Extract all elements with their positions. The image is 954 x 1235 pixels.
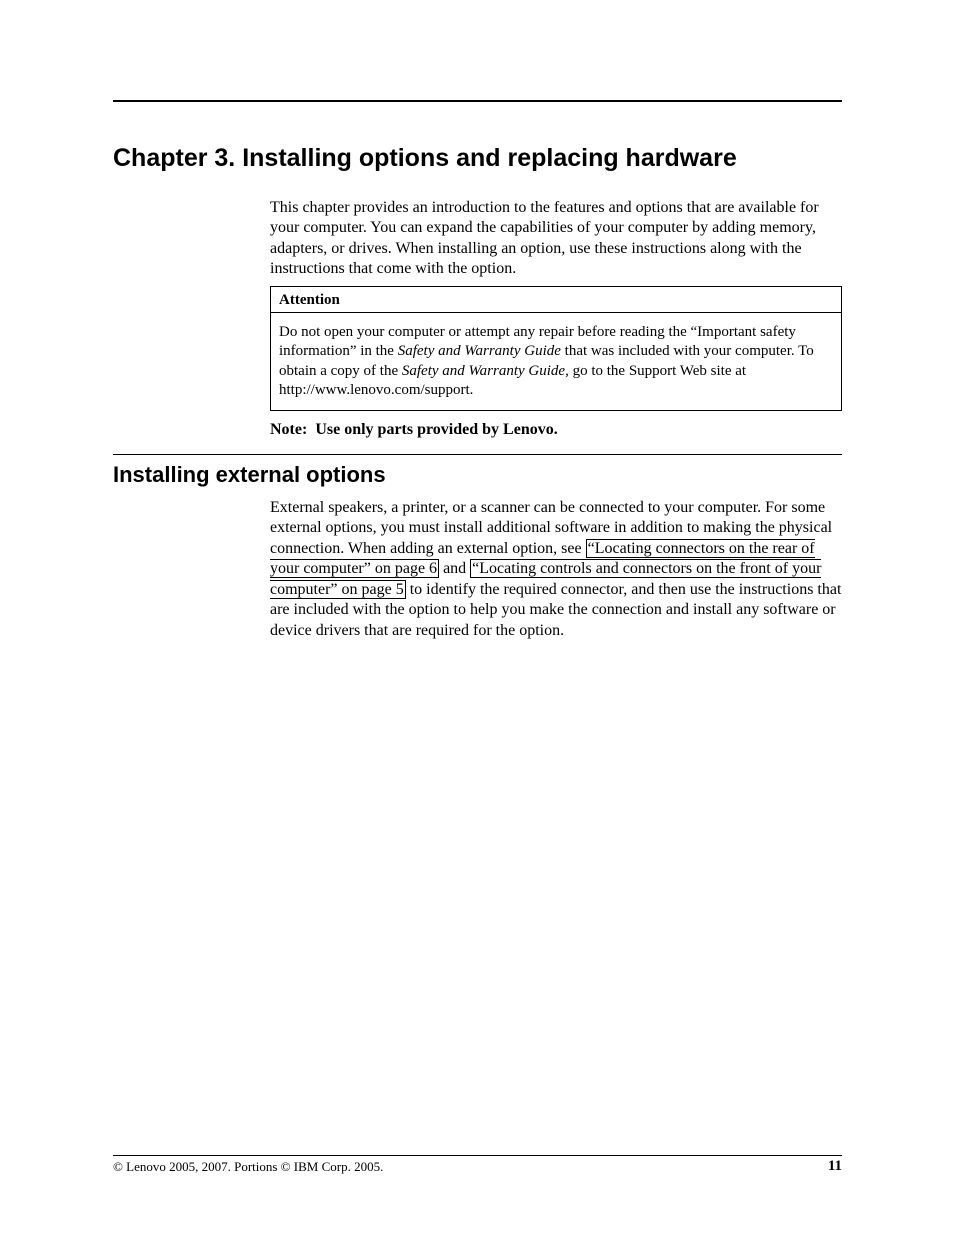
note-line: Note: Use only parts provided by Lenovo. (270, 420, 842, 440)
footer-page-number: 11 (828, 1158, 842, 1175)
attention-header: Attention (271, 287, 841, 313)
section-title: Installing external options (113, 462, 386, 488)
attention-text-b: Safety and Warranty Guide (398, 343, 561, 359)
intro-paragraph: This chapter provides an introduction to… (270, 198, 842, 280)
section-body: External speakers, a printer, or a scann… (270, 498, 842, 641)
page: Chapter 3. Installing options and replac… (0, 0, 954, 1235)
section-rule (113, 454, 842, 455)
top-rule (113, 100, 842, 102)
note-text: Use only parts provided by Lenovo. (315, 421, 557, 438)
attention-box: Attention Do not open your computer or a… (270, 286, 842, 411)
attention-text-d: Safety and Warranty Guide (402, 363, 565, 379)
footer-copyright: © Lenovo 2005, 2007. Portions © IBM Corp… (113, 1159, 383, 1175)
chapter-title: Chapter 3. Installing options and replac… (113, 144, 737, 173)
footer-rule (113, 1155, 842, 1156)
note-label: Note: (270, 421, 307, 438)
section-body-b: and (439, 560, 470, 577)
